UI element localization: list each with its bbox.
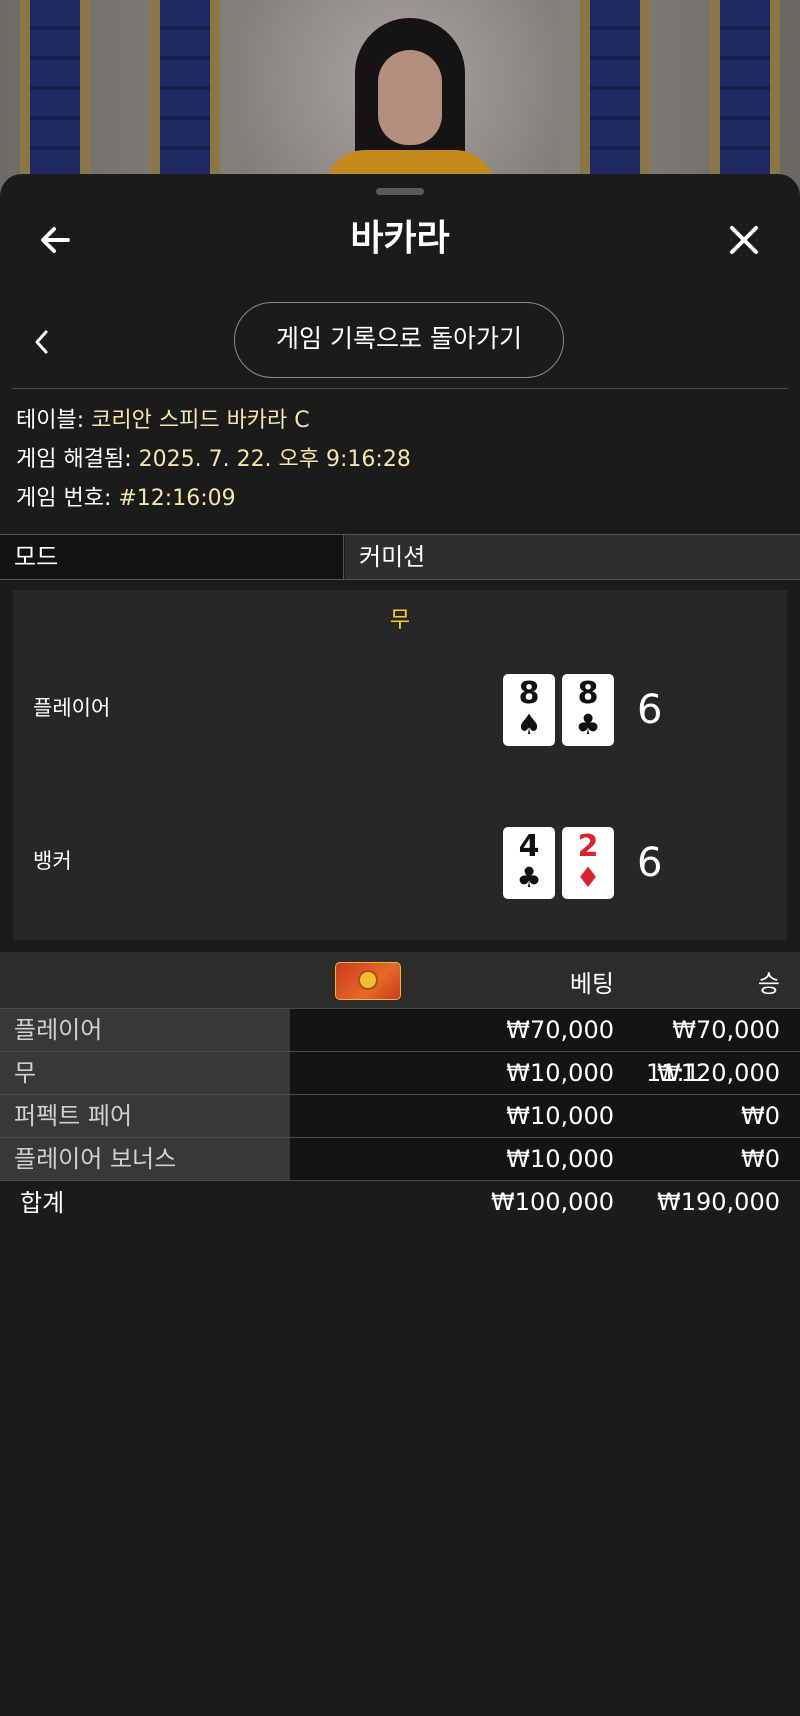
game-number-value: #12:16:09 bbox=[118, 486, 236, 511]
bet-amount: ₩70,000 bbox=[506, 1016, 614, 1044]
table-value: 코리안 스피드 바카라 C bbox=[91, 408, 310, 433]
banker-label: 뱅커 bbox=[33, 849, 72, 873]
win-amount: ₩0 bbox=[741, 1102, 780, 1130]
bet-amount: ₩10,000 bbox=[506, 1059, 614, 1087]
decor-pillar bbox=[580, 0, 650, 200]
table-row: 무 11:1 ₩10,000 ₩120,000 bbox=[0, 1051, 800, 1094]
drag-handle[interactable] bbox=[376, 188, 424, 195]
decor-pillar bbox=[150, 0, 220, 200]
player-label: 플레이어 bbox=[33, 696, 111, 720]
commission-label: 커미션 bbox=[345, 535, 800, 579]
game-number-label: 게임 번호: bbox=[16, 486, 112, 511]
chevron-left-icon[interactable] bbox=[30, 324, 54, 360]
bet-name: 퍼펙트 페어 bbox=[0, 1095, 290, 1137]
resolved-value: 2025. 7. 22. 오후 9:16:28 bbox=[138, 447, 411, 472]
total-bet: ₩100,000 bbox=[491, 1188, 614, 1216]
win-amount: ₩120,000 bbox=[657, 1059, 780, 1087]
bet-name: 무 bbox=[0, 1052, 290, 1094]
bet-amount: ₩10,000 bbox=[506, 1102, 614, 1130]
table-row: 퍼펙트 페어 ₩10,000 ₩0 bbox=[0, 1094, 800, 1137]
card-rank: 8 bbox=[518, 676, 540, 711]
banker-card: 4 ♣ bbox=[503, 827, 555, 899]
table-row: 플레이어 ₩70,000 ₩70,000 bbox=[0, 1008, 800, 1051]
win-amount: ₩0 bbox=[741, 1145, 780, 1173]
bet-name: 플레이어 bbox=[0, 1009, 290, 1051]
club-icon: ♣ bbox=[516, 861, 542, 894]
page-title: 바카라 bbox=[350, 218, 450, 259]
table-info: 테이블: 코리안 스피드 바카라 C bbox=[16, 406, 310, 436]
table-header: 베팅 승 bbox=[0, 952, 800, 1008]
banker-score: 6 bbox=[637, 840, 663, 886]
card-rank: 2 bbox=[577, 829, 599, 864]
card-rank: 4 bbox=[518, 829, 540, 864]
bet-amount: ₩10,000 bbox=[506, 1145, 614, 1173]
win-amount: ₩70,000 bbox=[672, 1016, 780, 1044]
dealer-face bbox=[378, 50, 442, 145]
diamond-icon: ♦ bbox=[575, 861, 601, 894]
game-number-info: 게임 번호: #12:16:09 bbox=[16, 484, 236, 514]
mode-label: 모드 bbox=[0, 535, 344, 579]
outcome-label: 무 bbox=[389, 608, 411, 633]
decor-pillar bbox=[710, 0, 780, 200]
resolved-info: 게임 해결됨: 2025. 7. 22. 오후 9:16:28 bbox=[16, 445, 411, 475]
player-card: 8 ♣ bbox=[562, 674, 614, 746]
bets-table: 베팅 승 플레이어 ₩70,000 ₩70,000 무 11:1 ₩10,000… bbox=[0, 952, 800, 1225]
total-win: ₩190,000 bbox=[657, 1188, 780, 1216]
bet-column-header: 베팅 bbox=[569, 970, 614, 998]
total-label: 합계 bbox=[20, 1189, 65, 1217]
table-row: 플레이어 보너스 ₩10,000 ₩0 bbox=[0, 1137, 800, 1180]
table-label: 테이블: bbox=[16, 408, 85, 433]
resolved-label: 게임 해결됨: bbox=[16, 447, 132, 472]
card-rank: 8 bbox=[577, 676, 599, 711]
game-history-sheet: 바카라 게임 기록으로 돌아가기 테이블: 코리안 스피드 바카라 C 게임 해… bbox=[0, 174, 800, 1716]
player-score: 6 bbox=[637, 687, 663, 733]
bet-name: 플레이어 보너스 bbox=[0, 1138, 290, 1180]
total-row: 합계 ₩100,000 ₩190,000 bbox=[0, 1180, 800, 1225]
chip-icon bbox=[335, 962, 401, 1000]
close-icon[interactable] bbox=[722, 218, 766, 262]
banker-card: 2 ♦ bbox=[562, 827, 614, 899]
spade-icon: ♠ bbox=[516, 708, 542, 741]
divider bbox=[12, 388, 788, 389]
mode-bar: 모드 커미션 bbox=[0, 534, 800, 580]
win-column-header: 승 bbox=[757, 970, 780, 998]
decor-pillar bbox=[20, 0, 90, 200]
player-card: 8 ♠ bbox=[503, 674, 555, 746]
back-to-history-button[interactable]: 게임 기록으로 돌아가기 bbox=[234, 302, 564, 378]
live-video-stream bbox=[0, 0, 800, 200]
club-icon: ♣ bbox=[575, 708, 601, 741]
round-result-panel: 무 플레이어 8 ♠ 8 ♣ 6 뱅커 4 ♣ 2 ♦ 6 bbox=[13, 590, 787, 940]
